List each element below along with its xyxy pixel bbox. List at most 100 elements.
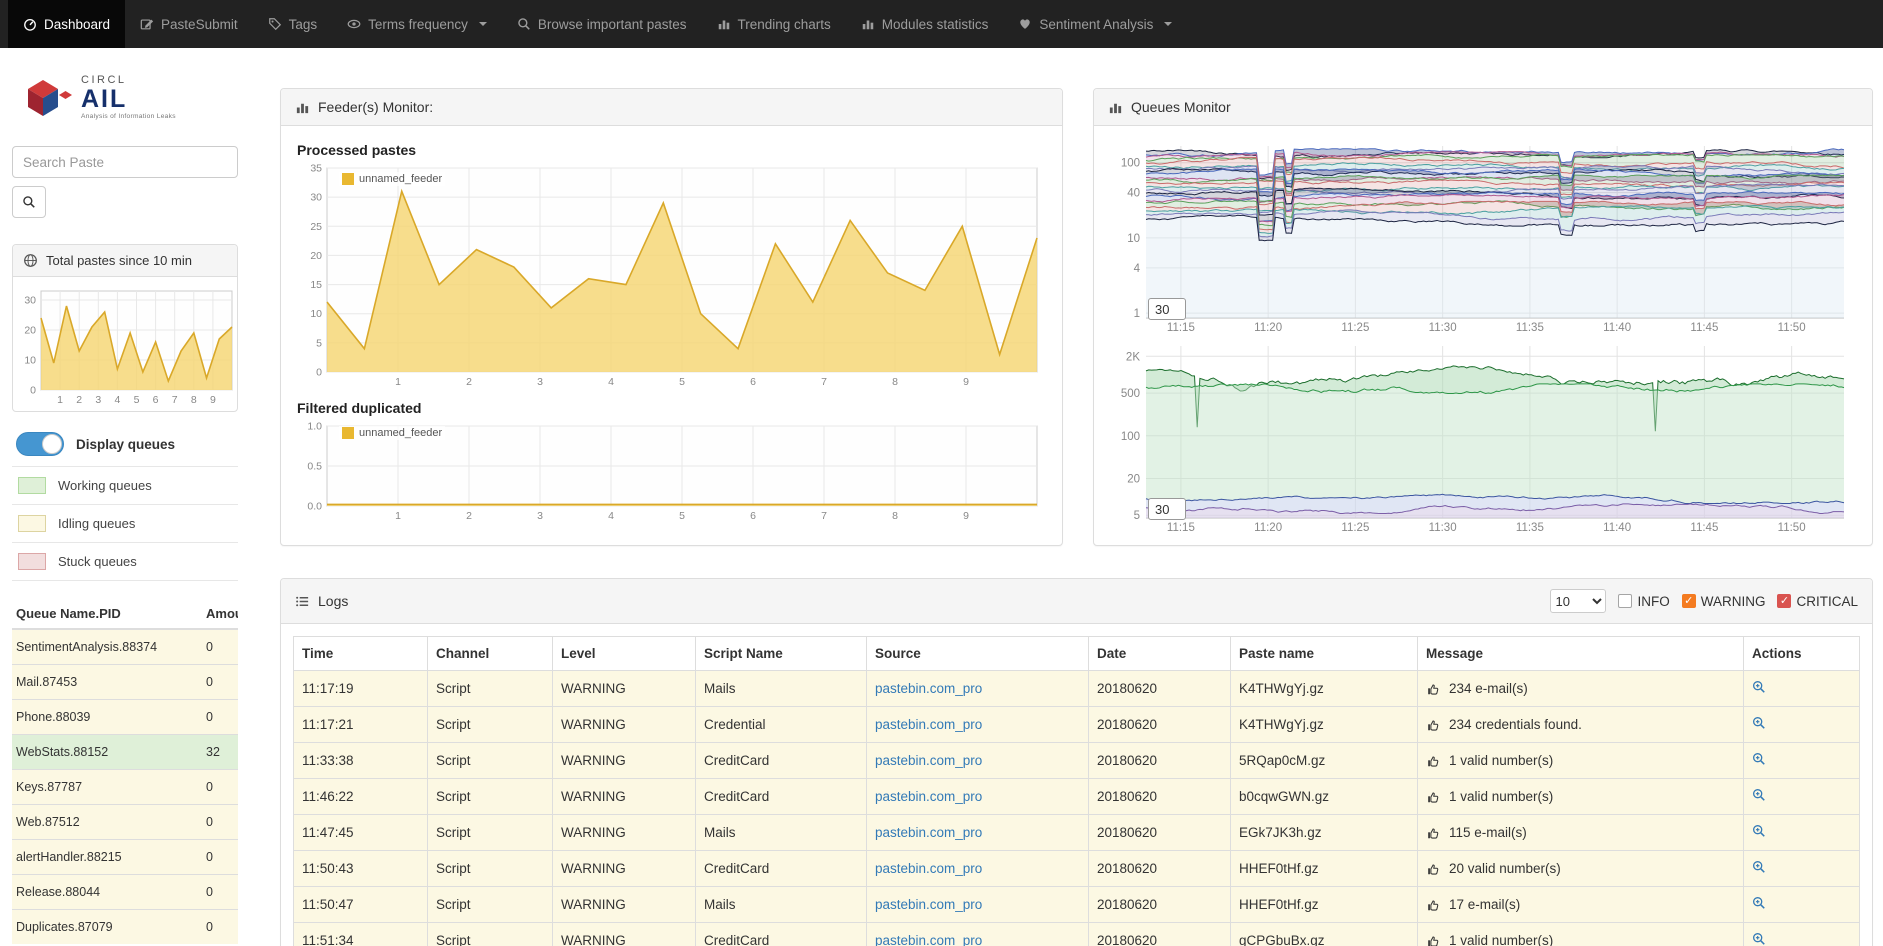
- queue-row[interactable]: WebStats.8815232: [12, 735, 238, 770]
- nav-sentiment-analysis[interactable]: Sentiment Analysis: [1003, 0, 1187, 48]
- queue-row[interactable]: Web.875120: [12, 805, 238, 840]
- show-paste-button[interactable]: [1752, 788, 1766, 802]
- nav-dashboard[interactable]: Dashboard: [8, 0, 125, 48]
- log-time: 11:51:34: [294, 923, 428, 946]
- log-channel: Script: [428, 707, 553, 743]
- logs-header: Logs 10 INFO ✓ WARNING ✓ CRITICAL: [281, 579, 1872, 624]
- svg-text:2K: 2K: [1126, 351, 1140, 363]
- show-paste-button[interactable]: [1752, 860, 1766, 874]
- svg-text:35: 35: [310, 163, 322, 175]
- log-message: 20 valid number(s): [1418, 851, 1744, 887]
- log-level: WARNING: [553, 815, 696, 851]
- nav-pastesubmit[interactable]: PasteSubmit: [125, 0, 253, 48]
- log-actions: [1744, 743, 1860, 779]
- nav-tags[interactable]: Tags: [253, 0, 333, 48]
- filter-warning[interactable]: ✓ WARNING: [1682, 594, 1766, 609]
- source-link[interactable]: pastebin.com_pro: [875, 681, 982, 696]
- log-row: 11:17:21ScriptWARNINGCredentialpastebin.…: [294, 707, 1860, 743]
- show-paste-button[interactable]: [1752, 824, 1766, 838]
- log-message: 1 valid number(s): [1418, 923, 1744, 946]
- legend-stuck-queues: Stuck queues: [12, 543, 238, 581]
- log-level: WARNING: [553, 671, 696, 707]
- display-queues-label: Display queues: [76, 437, 175, 452]
- source-link[interactable]: pastebin.com_pro: [875, 789, 982, 804]
- show-paste-button[interactable]: [1752, 752, 1766, 766]
- log-channel: Script: [428, 851, 553, 887]
- log-script: Mails: [696, 671, 867, 707]
- svg-text:11:40: 11:40: [1603, 322, 1631, 334]
- search-paste-input[interactable]: [12, 146, 238, 178]
- source-link[interactable]: pastebin.com_pro: [875, 861, 982, 876]
- log-message: 234 credentials found.: [1418, 707, 1744, 743]
- svg-text:11:15: 11:15: [1167, 522, 1195, 534]
- queue-amount: 0: [202, 805, 238, 840]
- search-plus-icon: [1752, 680, 1766, 694]
- log-message: 234 e-mail(s): [1418, 671, 1744, 707]
- nav-modules-statistics[interactable]: Modules statistics: [846, 0, 1004, 48]
- display-queues-toggle[interactable]: [16, 432, 64, 456]
- log-actions: [1744, 779, 1860, 815]
- log-time: 11:46:22: [294, 779, 428, 815]
- heart-icon: [1018, 17, 1032, 31]
- log-source: pastebin.com_pro: [867, 779, 1089, 815]
- warning-checkbox[interactable]: ✓: [1682, 594, 1696, 608]
- svg-text:11:25: 11:25: [1341, 522, 1369, 534]
- search-button[interactable]: [12, 186, 46, 218]
- nav-browse-important-pastes[interactable]: Browse important pastes: [502, 0, 702, 48]
- svg-text:15: 15: [310, 279, 322, 291]
- svg-text:8: 8: [191, 394, 197, 406]
- log-level: WARNING: [553, 887, 696, 923]
- nav-trending-charts[interactable]: Trending charts: [702, 0, 846, 48]
- queue-row[interactable]: Phone.880390: [12, 700, 238, 735]
- log-source: pastebin.com_pro: [867, 707, 1089, 743]
- nav-label: Dashboard: [44, 17, 110, 32]
- log-script: CreditCard: [696, 743, 867, 779]
- queue-row[interactable]: alertHandler.882150: [12, 840, 238, 875]
- ail-logo: CIRCL AIL Analysis of Information Leaks: [26, 68, 238, 126]
- svg-text:2: 2: [76, 394, 82, 406]
- svg-text:0: 0: [316, 367, 322, 379]
- log-row: 11:46:22ScriptWARNINGCreditCardpastebin.…: [294, 779, 1860, 815]
- nav-terms-frequency[interactable]: Terms frequency: [332, 0, 502, 48]
- show-paste-button[interactable]: [1752, 680, 1766, 694]
- queue-row[interactable]: SentimentAnalysis.883740: [12, 629, 238, 665]
- page-size-select[interactable]: 10: [1550, 589, 1606, 613]
- queue-amount: 0: [202, 629, 238, 665]
- queues-monitor-header: Queues Monitor: [1094, 89, 1872, 126]
- log-source: pastebin.com_pro: [867, 815, 1089, 851]
- queues-legend: Working queues Idling queues Stuck queue…: [12, 466, 238, 581]
- thumbs-up-icon: [1426, 862, 1440, 876]
- info-checkbox[interactable]: [1618, 594, 1632, 608]
- range-value-input[interactable]: [1148, 298, 1186, 320]
- show-paste-button[interactable]: [1752, 932, 1766, 946]
- queue-row[interactable]: Mail.874530: [12, 665, 238, 700]
- source-link[interactable]: pastebin.com_pro: [875, 753, 982, 768]
- log-script: CreditCard: [696, 923, 867, 946]
- source-link[interactable]: pastebin.com_pro: [875, 933, 982, 946]
- critical-checkbox[interactable]: ✓: [1777, 594, 1791, 608]
- log-date: 20180620: [1089, 815, 1231, 851]
- queue-row[interactable]: Duplicates.870790: [12, 910, 238, 945]
- filter-critical[interactable]: ✓ CRITICAL: [1777, 594, 1858, 609]
- filter-info[interactable]: INFO: [1618, 594, 1669, 609]
- svg-text:7: 7: [821, 510, 827, 522]
- column-header: Source: [867, 637, 1089, 671]
- source-link[interactable]: pastebin.com_pro: [875, 717, 982, 732]
- queue-row[interactable]: Release.880440: [12, 875, 238, 910]
- show-paste-button[interactable]: [1752, 716, 1766, 730]
- svg-text:0.0: 0.0: [307, 501, 322, 513]
- source-link[interactable]: pastebin.com_pro: [875, 825, 982, 840]
- range-value-input[interactable]: [1148, 498, 1186, 520]
- search-plus-icon: [1752, 716, 1766, 730]
- logs-table: TimeChannelLevelScript NameSourceDatePas…: [293, 636, 1860, 946]
- svg-text:3: 3: [537, 376, 543, 388]
- log-row: 11:50:47ScriptWARNINGMailspastebin.com_p…: [294, 887, 1860, 923]
- svg-text:2: 2: [466, 510, 472, 522]
- svg-text:20: 20: [1127, 473, 1140, 485]
- svg-text:9: 9: [963, 376, 969, 388]
- queue-row[interactable]: Keys.877870: [12, 770, 238, 805]
- show-paste-button[interactable]: [1752, 896, 1766, 910]
- svg-text:100: 100: [1121, 431, 1140, 443]
- source-link[interactable]: pastebin.com_pro: [875, 897, 982, 912]
- feeders-monitor-header: Feeder(s) Monitor:: [281, 89, 1062, 126]
